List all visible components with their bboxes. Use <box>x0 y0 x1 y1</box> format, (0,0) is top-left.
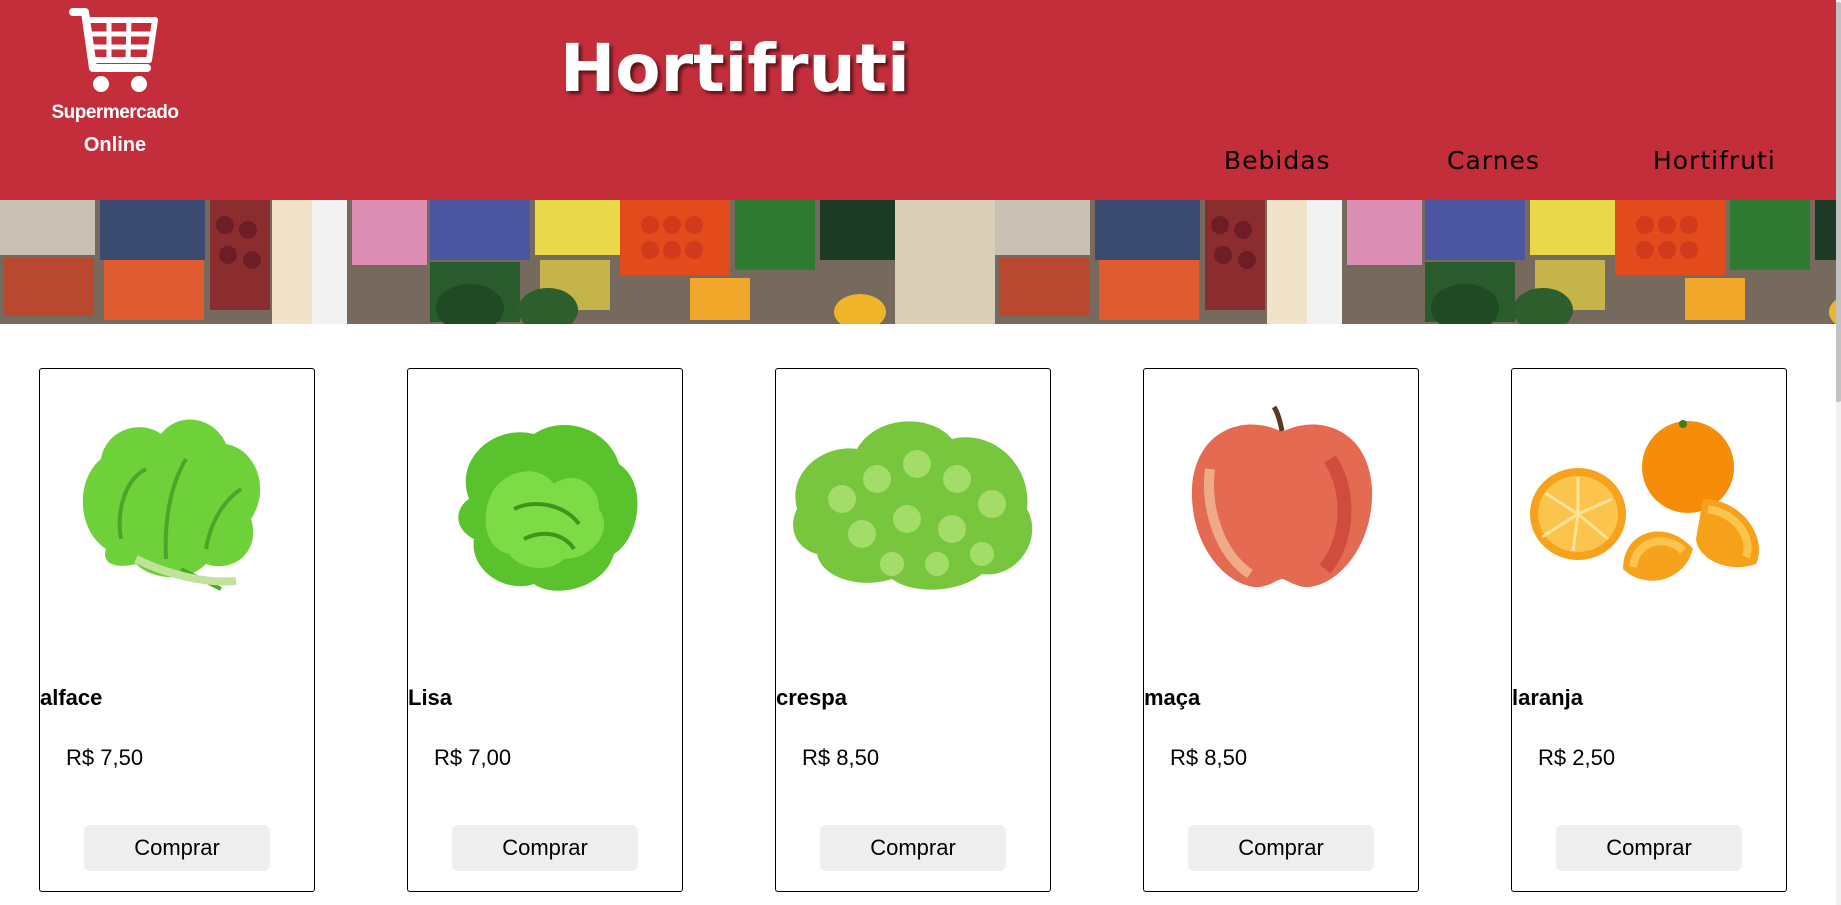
apple-image <box>1191 405 1373 588</box>
product-price: R$ 8,50 <box>1170 745 1248 770</box>
produce-banner-image <box>0 200 1836 324</box>
orange-image <box>1530 420 1760 581</box>
logo-name: Supermercado <box>51 102 179 123</box>
page-title: Hortifruti <box>560 30 910 107</box>
buy-button[interactable]: Comprar <box>1556 825 1742 871</box>
buy-button[interactable]: Comprar <box>820 825 1006 871</box>
scrollbar-thumb[interactable] <box>1836 2 1841 402</box>
product-price: R$ 7,50 <box>66 745 144 770</box>
nav-link-hortifruti[interactable]: Hortifruti <box>1653 146 1776 175</box>
shopping-cart-icon <box>69 8 158 92</box>
product-price: R$ 2,50 <box>1538 745 1616 770</box>
buy-button[interactable]: Comprar <box>452 825 638 871</box>
product-name: crespa <box>776 685 847 710</box>
nav-link-bebidas[interactable]: Bebidas <box>1224 146 1331 175</box>
product-card: maça R$ 8,50 Comprar <box>1143 368 1419 892</box>
product-card: Lisa R$ 7,00 Comprar <box>407 368 683 892</box>
buy-button[interactable]: Comprar <box>1188 825 1374 871</box>
product-price: R$ 8,50 <box>802 745 880 770</box>
main-nav: Bebidas Carnes Hortifruti <box>0 146 1836 186</box>
butter-lettuce-image <box>458 425 638 591</box>
product-name: alface <box>40 685 103 710</box>
product-list: alface R$ 7,50 Comprar Lisa R$ 7,00 Comp… <box>0 368 1841 898</box>
nav-link-carnes[interactable]: Carnes <box>1447 146 1540 175</box>
product-card: alface R$ 7,50 Comprar <box>39 368 315 892</box>
product-price: R$ 7,00 <box>434 745 512 770</box>
product-name: maça <box>1144 685 1201 710</box>
product-name: laranja <box>1512 685 1583 710</box>
page-scrollbar[interactable] <box>1836 0 1841 905</box>
product-name: Lisa <box>408 685 453 710</box>
curly-lettuce-image <box>793 421 1033 590</box>
store-logo[interactable]: Supermercado Online <box>40 6 190 157</box>
product-card: laranja R$ 2,50 Comprar <box>1511 368 1787 892</box>
product-card: crespa R$ 8,50 Comprar <box>775 368 1051 892</box>
site-header: Supermercado Online Hortifruti Bebidas C… <box>0 0 1836 200</box>
buy-button[interactable]: Comprar <box>84 825 270 871</box>
lettuce-image <box>82 419 261 591</box>
